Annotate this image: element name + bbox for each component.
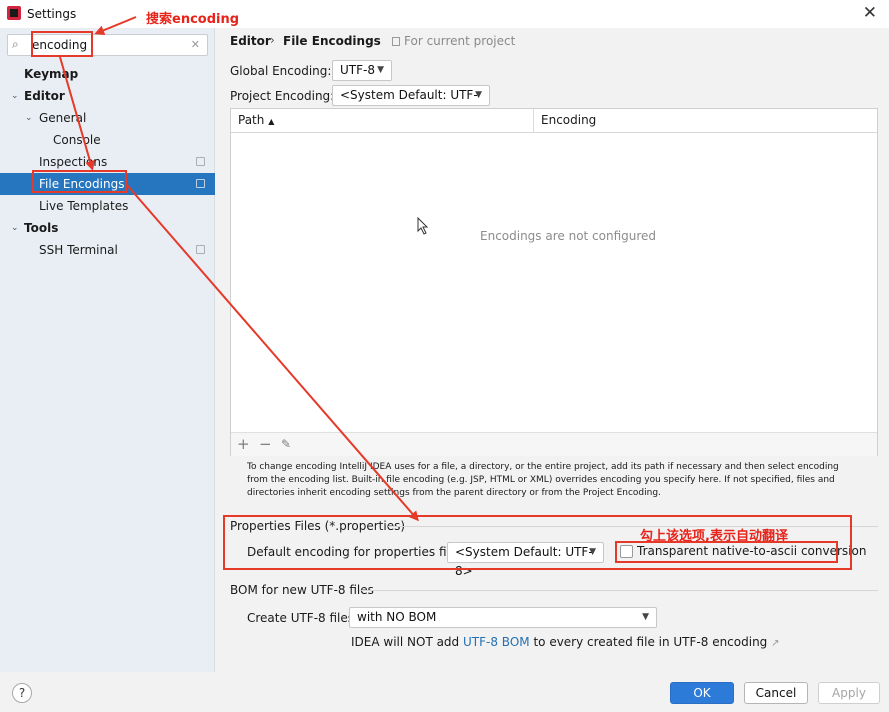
breadcrumb-parent[interactable]: Editor xyxy=(230,34,271,48)
sidebar-item-live-templates[interactable]: Live Templates xyxy=(0,195,215,217)
sidebar-item-general[interactable]: ⌄ General xyxy=(0,107,215,129)
sort-asc-icon: ▲ xyxy=(268,117,275,126)
table-toolbar: + − ✎ xyxy=(231,432,877,456)
sidebar-item-label: General xyxy=(39,111,87,125)
intellij-logo-icon xyxy=(7,6,21,20)
column-header-encoding[interactable]: Encoding xyxy=(541,113,596,127)
column-divider[interactable] xyxy=(533,109,534,133)
encodings-table: Path ▲ Encoding Encodings are not config… xyxy=(230,108,878,456)
chevron-down-icon[interactable]: ⌄ xyxy=(11,85,19,107)
project-encoding-label: Project Encoding: xyxy=(230,89,335,103)
sidebar-item-tools[interactable]: ⌄ Tools xyxy=(0,217,215,239)
selection-highlight-box xyxy=(32,170,127,193)
sidebar-item-label: Console xyxy=(53,133,101,147)
global-encoding-value: UTF-8 xyxy=(340,63,375,77)
chevron-down-icon[interactable]: ⌄ xyxy=(11,217,19,239)
column-label: Path xyxy=(238,113,265,127)
chevron-down-icon: ▼ xyxy=(642,612,649,622)
sidebar-item-console[interactable]: Console xyxy=(0,129,215,151)
search-highlight-box xyxy=(31,31,93,57)
sidebar-item-label: Editor xyxy=(24,89,65,103)
cancel-button[interactable]: Cancel xyxy=(744,682,808,704)
title-bar: Settings ✕ xyxy=(0,0,889,28)
column-header-path[interactable]: Path ▲ xyxy=(238,113,274,127)
sidebar-item-label: Keymap xyxy=(24,67,79,81)
checkbox-highlight-box xyxy=(615,541,838,563)
file-encodings-panel: Editor › File Encodings For current proj… xyxy=(216,28,889,672)
remove-icon[interactable]: − xyxy=(259,435,272,453)
sidebar-item-editor[interactable]: ⌄ Editor xyxy=(0,85,215,107)
project-scope-icon xyxy=(392,37,400,46)
scope-note: For current project xyxy=(392,34,515,48)
help-description: To change encoding IntelliJ IDEA uses fo… xyxy=(247,462,839,498)
apply-button[interactable]: Apply xyxy=(818,682,880,704)
sidebar-item-label: Tools xyxy=(24,221,59,235)
create-utf8-label: Create UTF-8 files: xyxy=(247,611,359,625)
bom-section-title: BOM for new UTF-8 files xyxy=(230,583,374,597)
project-scope-icon xyxy=(196,245,205,254)
sidebar-item-label: Live Templates xyxy=(39,199,129,213)
utf8-bom-link[interactable]: UTF-8 BOM xyxy=(463,635,530,649)
global-encoding-label: Global Encoding: xyxy=(230,64,332,78)
window-title: Settings xyxy=(27,7,77,21)
sidebar-item-keymap[interactable]: Keymap xyxy=(0,63,215,85)
bom-note-suffix: to every created file in UTF-8 encoding xyxy=(533,635,768,649)
bom-note: IDEA will NOT add UTF-8 BOM to every cre… xyxy=(351,635,780,649)
chevron-down-icon[interactable]: ⌄ xyxy=(25,107,33,129)
settings-sidebar: ⌕ ✕ Keymap ⌄ Editor ⌄ General Console In… xyxy=(0,28,215,672)
edit-icon[interactable]: ✎ xyxy=(281,437,291,451)
add-icon[interactable]: + xyxy=(237,435,250,453)
clear-search-icon[interactable]: ✕ xyxy=(191,38,200,51)
breadcrumb-separator: › xyxy=(270,33,275,47)
table-header: Path ▲ Encoding xyxy=(231,109,877,133)
project-scope-icon xyxy=(196,179,205,188)
global-encoding-select[interactable]: UTF-8 ▼ xyxy=(332,60,392,81)
mouse-cursor-icon xyxy=(417,217,429,235)
checkbox-annotation: 勾上该选项,表示自动翻译 xyxy=(640,529,788,544)
project-scope-icon xyxy=(196,157,205,166)
search-icon: ⌕ xyxy=(12,37,19,51)
section-divider xyxy=(359,590,878,591)
external-link-icon: ↗ xyxy=(771,638,780,649)
bom-note-prefix: IDEA will NOT add xyxy=(351,635,460,649)
close-icon[interactable]: ✕ xyxy=(863,4,877,22)
ok-button[interactable]: OK xyxy=(670,682,734,704)
page-title: File Encodings xyxy=(283,34,381,48)
help-button[interactable]: ? xyxy=(12,683,32,703)
search-annotation: 搜索encoding xyxy=(146,12,240,27)
scope-note-text: For current project xyxy=(404,34,516,48)
chevron-down-icon: ▼ xyxy=(377,65,384,75)
project-encoding-select[interactable]: <System Default: UTF-8> ▼ xyxy=(332,85,490,121)
sidebar-item-label: SSH Terminal xyxy=(39,243,118,257)
bom-select[interactable]: with NO BOM ▼ xyxy=(349,607,657,628)
sidebar-item-ssh-terminal[interactable]: SSH Terminal xyxy=(0,239,215,261)
chevron-down-icon: ▼ xyxy=(475,90,482,100)
empty-table-message: Encodings are not configured xyxy=(480,229,657,243)
bom-select-value: with NO BOM xyxy=(357,610,437,624)
